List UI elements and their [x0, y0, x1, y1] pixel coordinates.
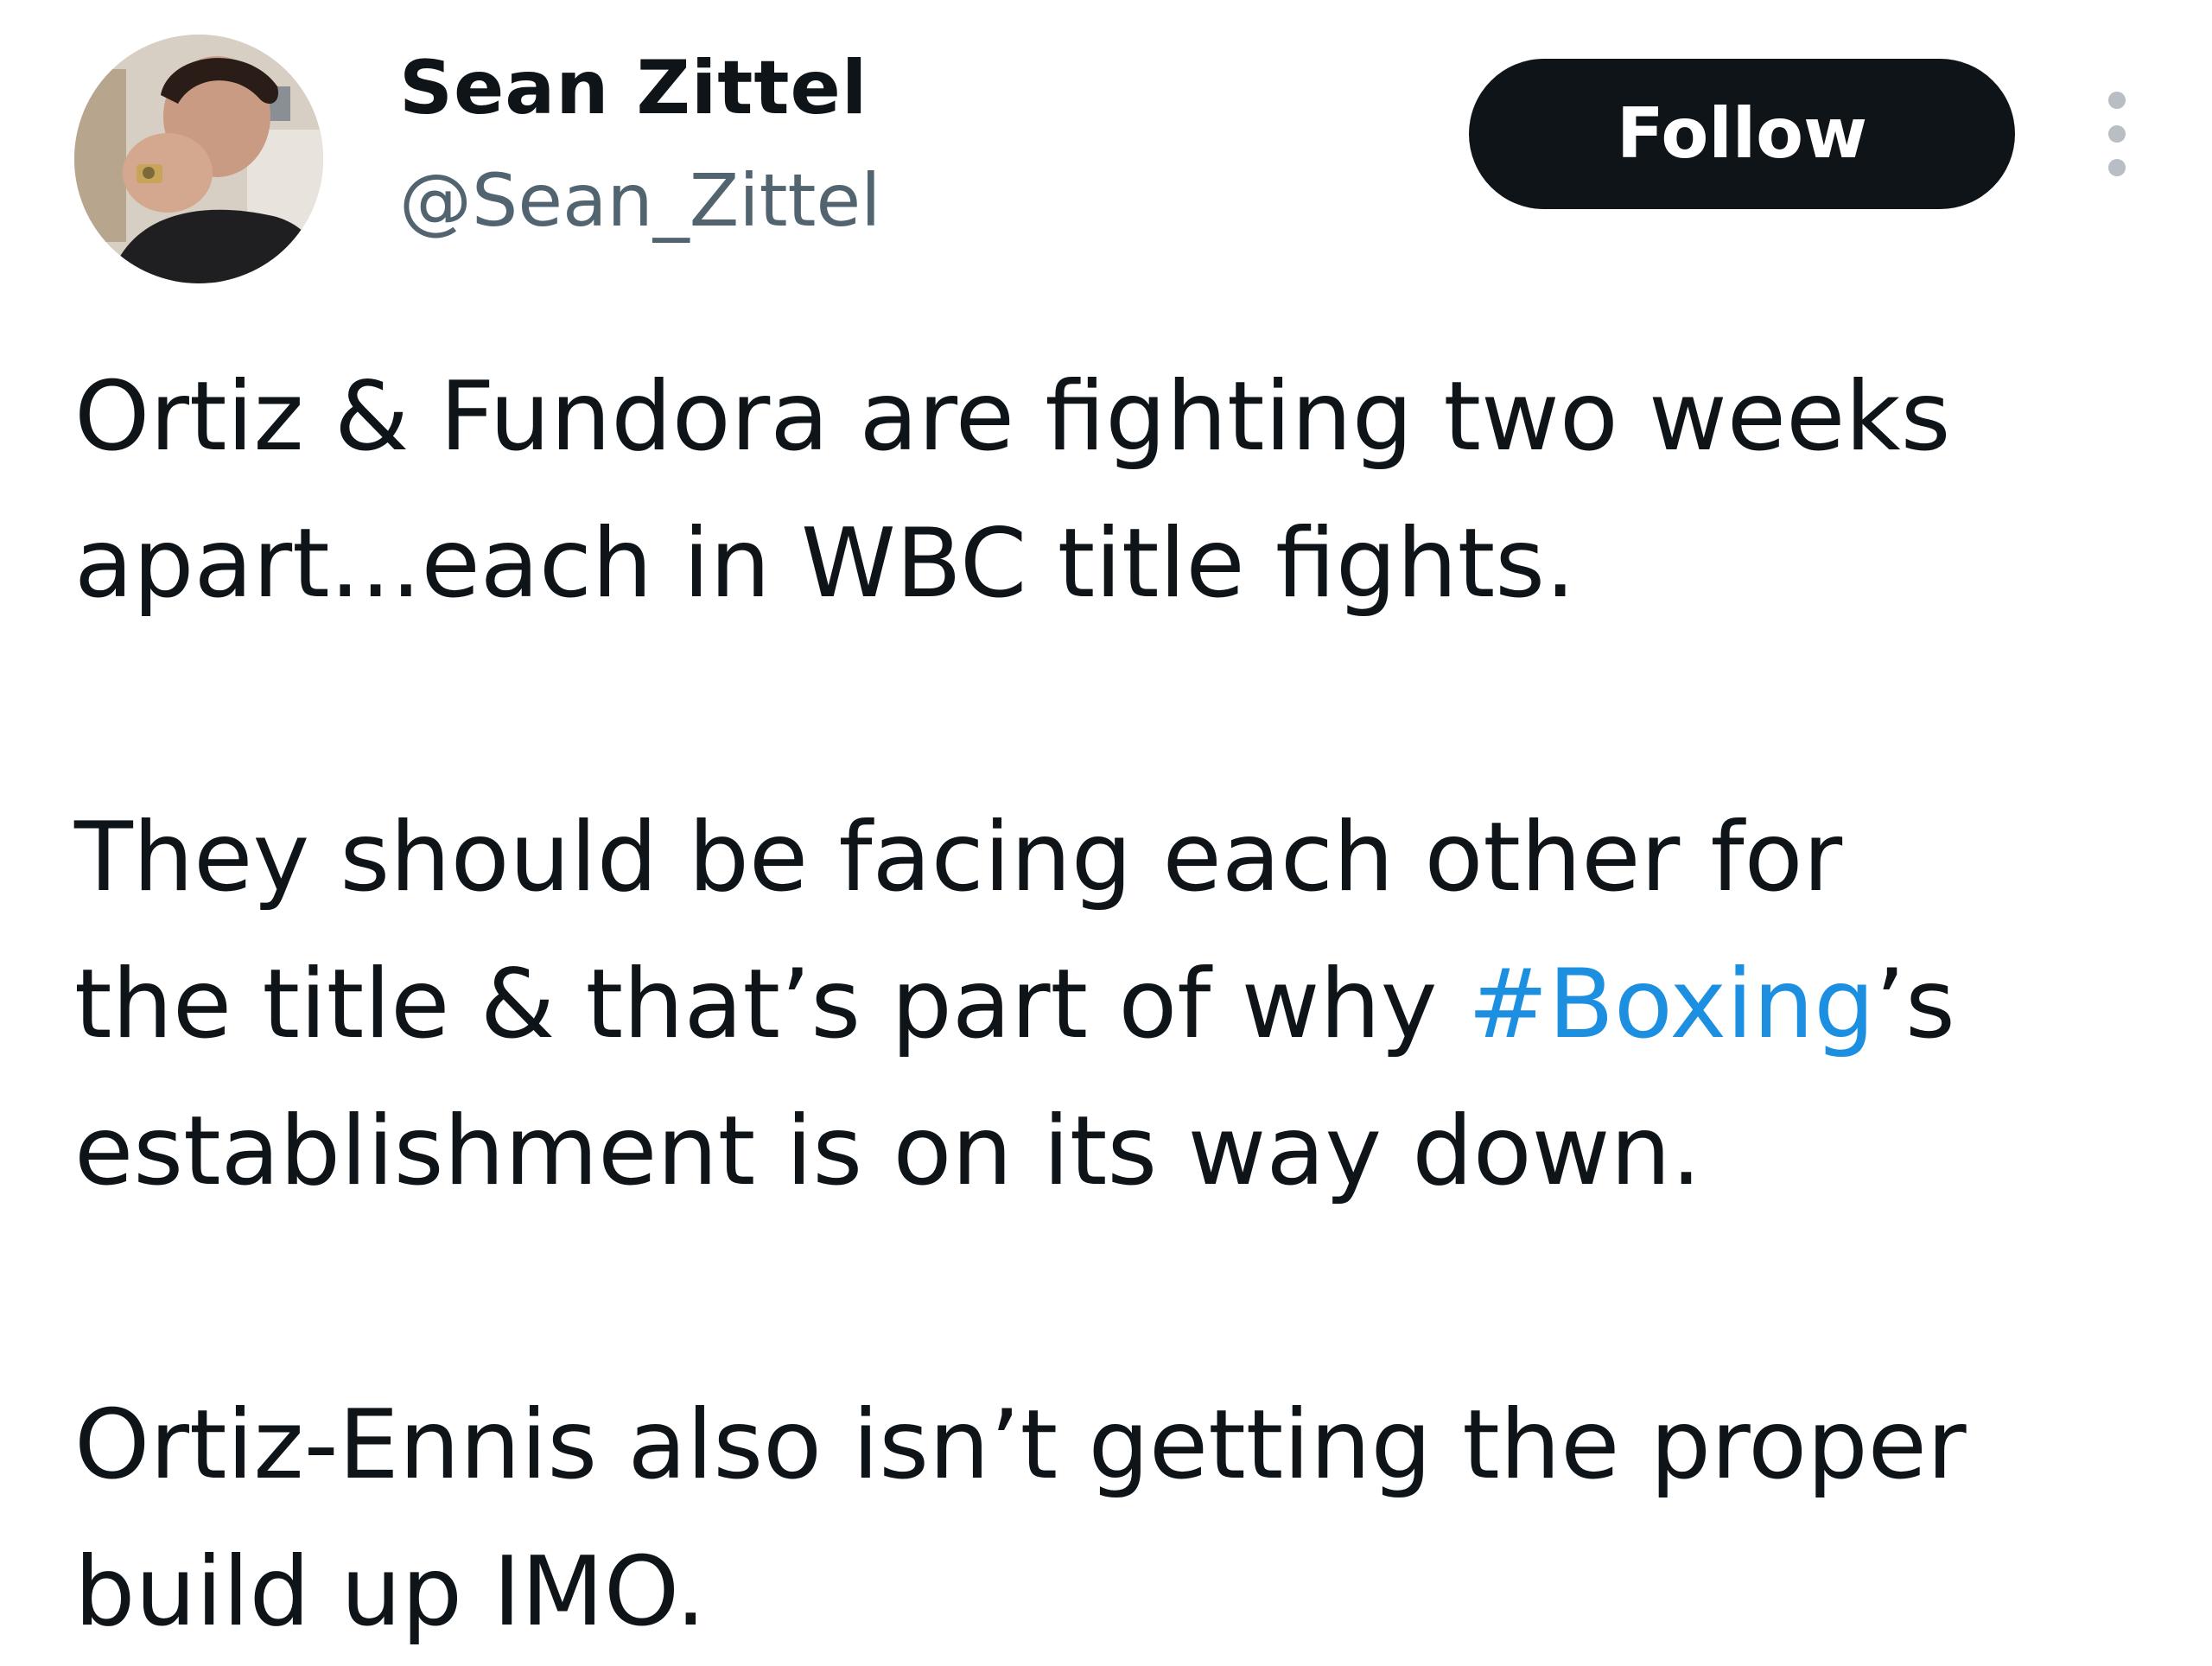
text-line: Ortiz & Fundora are fighting two weeks	[74, 361, 1951, 473]
display-name[interactable]: Sean Zittel	[399, 45, 868, 131]
text-line: apart...each in WBC title fights.	[74, 508, 1576, 620]
avatar-photo	[74, 35, 323, 283]
text-line: establishment is on its way down.	[74, 1096, 1702, 1207]
text-line: They should be facing each other for	[74, 802, 1843, 913]
dot	[2108, 125, 2126, 143]
avatar[interactable]	[74, 35, 323, 283]
text-segment: ’s	[1874, 949, 1955, 1060]
hashtag-link[interactable]: #Boxing	[1468, 949, 1875, 1060]
tweet-paragraph-1: Ortiz & Fundora are fighting two weeks a…	[74, 344, 2183, 638]
dot	[2108, 92, 2126, 109]
text-line: build up IMO.	[74, 1536, 706, 1648]
tweet-paragraph-3: Ortiz-Ennis also isn’t getting the prope…	[74, 1372, 2183, 1666]
tweet-paragraph-2: They should be facing each other for the…	[74, 785, 2183, 1225]
tweet-text: Ortiz & Fundora are fighting two weeks a…	[74, 344, 2183, 1666]
user-handle[interactable]: @Sean_Zittel	[399, 157, 880, 244]
tweet-card: Sean Zittel @Sean_Zittel Follow Ortiz & …	[0, 0, 2212, 1649]
more-options-icon[interactable]	[2091, 86, 2143, 181]
dot	[2108, 159, 2126, 176]
text-segment: the title & that’s part of why	[74, 949, 1468, 1060]
text-line: Ortiz-Ennis also isn’t getting the prope…	[74, 1389, 1967, 1501]
follow-button[interactable]: Follow	[1469, 59, 2015, 209]
